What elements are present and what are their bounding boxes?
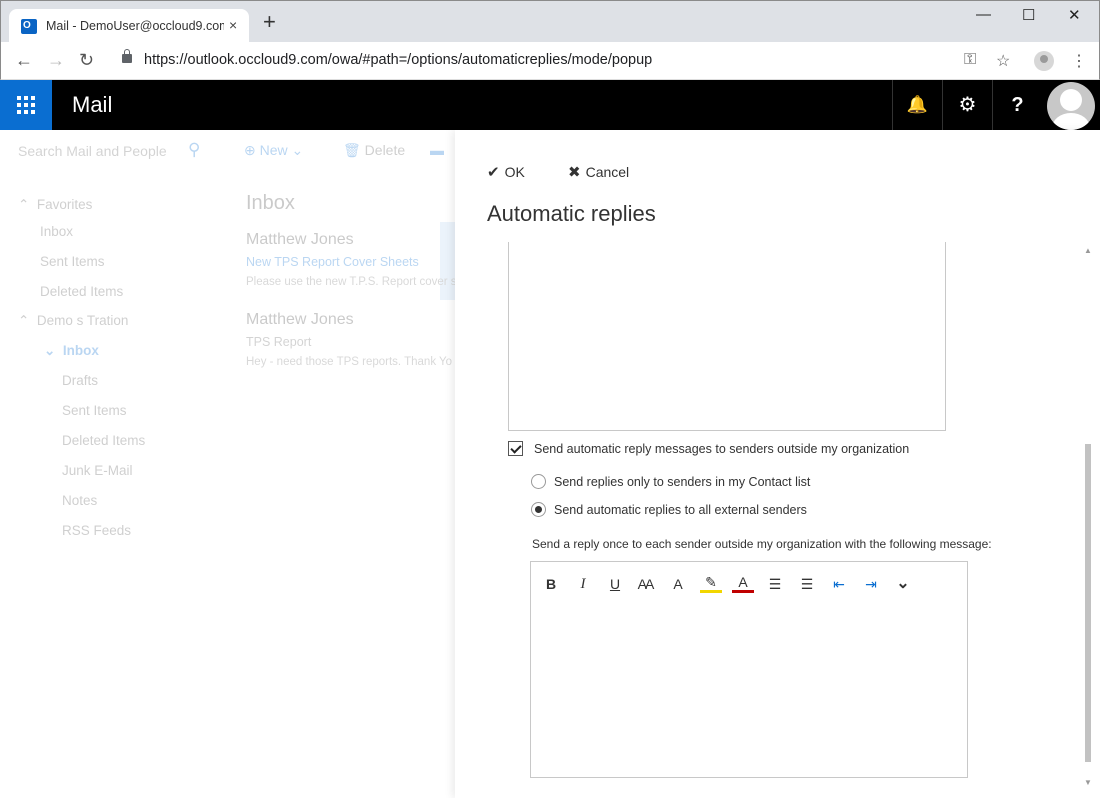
address-bar: ← → ↻ https://outlook.occloud9.com/owa/#… [0, 42, 1100, 80]
radio-all-external[interactable] [531, 502, 546, 517]
forward-arrow-icon[interactable]: → [47, 50, 65, 71]
grow-font-button[interactable]: A [667, 573, 689, 595]
outside-message-label: Send a reply once to each sender outside… [532, 537, 992, 551]
radio-contacts-only[interactable] [531, 474, 546, 489]
italic-button[interactable]: I [572, 573, 594, 595]
close-icon: ✖ [568, 164, 581, 181]
folder-favorites: ⌃ Favorites [18, 197, 93, 212]
underline-button[interactable]: U [604, 573, 626, 595]
folder-favorites-label: Favorites [36, 197, 93, 212]
outside-org-checkbox-label[interactable]: Send automatic reply messages to senders… [534, 442, 909, 456]
inbox-title: Inbox [246, 192, 295, 214]
new-label: New [259, 142, 288, 158]
folder-acc-sent: Sent Items [62, 403, 127, 418]
more-formatting-button[interactable]: ⌄ [892, 573, 914, 595]
trash-icon: 🗑 [343, 142, 361, 158]
folder-rss: RSS Feeds [62, 523, 132, 538]
bell-icon[interactable]: 🔔 [892, 80, 942, 130]
bold-button[interactable]: B [540, 573, 562, 595]
folder-acc-inbox-label: Inbox [62, 343, 99, 358]
radio-all-external-label[interactable]: Send automatic replies to all external s… [554, 503, 807, 517]
font-size-button[interactable]: AA [634, 573, 656, 595]
folder-acc-deleted: Deleted Items [62, 433, 146, 448]
new-tab-button[interactable]: + [263, 11, 276, 33]
minimize-button[interactable]: — [976, 6, 991, 23]
browser-tab-bar: Mail - DemoUser@occloud9.com × + — ☐ ✕ [0, 0, 1100, 43]
automatic-replies-panel: ✔ OK ✖ Cancel Automatic replies Send autom… [455, 130, 1100, 798]
folder-deleted: Deleted Items [40, 284, 124, 299]
folder-drafts: Drafts [62, 373, 99, 388]
scroll-up-icon[interactable]: ▲ [1084, 246, 1092, 255]
bullets-button[interactable]: ☰ [764, 573, 786, 595]
selected-message-indicator [440, 222, 455, 300]
tab-title: Mail - DemoUser@occloud9.com [46, 19, 224, 33]
numbering-button[interactable]: ☰ [796, 573, 818, 595]
message-preview: Hey - need those TPS reports. Thank Yo [246, 356, 453, 368]
font-color-button[interactable]: A [732, 573, 754, 593]
page-title: Automatic replies [487, 201, 656, 226]
message-subject: New TPS Report Cover Sheets [246, 255, 419, 269]
avatar[interactable] [1047, 82, 1095, 130]
folder-sent: Sent Items [40, 254, 105, 269]
star-icon[interactable]: ☆ [996, 51, 1010, 71]
outlook-favicon-icon [21, 19, 37, 34]
waffle-icon [17, 96, 35, 114]
url-field[interactable]: https://outlook.occloud9.com/owa/#path=/… [144, 52, 652, 68]
message-from: Matthew Jones [246, 231, 354, 248]
decrease-indent-button[interactable]: ⇤ [828, 573, 850, 595]
search-icon: ⚲ [188, 140, 201, 159]
outside-reply-editor[interactable]: B I U AA A ✎ A ☰ ☰ ⇤ ⇥ ⌄ [530, 561, 968, 778]
new-button: ⊕ New ⌄ [244, 142, 304, 158]
folder-account: ⌃ Demo s Tration [18, 313, 129, 328]
scroll-down-icon[interactable]: ▼ [1084, 778, 1092, 787]
reload-icon[interactable]: ↻ [79, 50, 94, 71]
delete-label: Delete [364, 142, 406, 158]
inside-reply-textbox[interactable] [508, 242, 946, 431]
tab-close-icon[interactable]: × [229, 17, 237, 33]
lock-icon [122, 49, 132, 63]
check-icon: ✔ [487, 164, 500, 181]
message-from: Matthew Jones [246, 311, 354, 328]
outside-org-checkbox[interactable] [508, 441, 523, 456]
highlight-button[interactable]: ✎ [700, 573, 722, 593]
owa-top-bar: Mail 🔔 ⚙ ? [0, 80, 1100, 130]
close-window-button[interactable]: ✕ [1068, 6, 1081, 24]
profile-icon[interactable] [1034, 51, 1054, 71]
scroll-thumb[interactable] [1085, 444, 1091, 762]
ok-label: OK [504, 164, 525, 180]
browser-menu-icon[interactable]: ⋮ [1071, 51, 1087, 71]
radio-contacts-only-label[interactable]: Send replies only to senders in my Conta… [554, 475, 810, 489]
gear-icon[interactable]: ⚙ [942, 80, 992, 130]
help-icon[interactable]: ? [992, 80, 1042, 130]
message-preview: Please use the new T.P.S. Report cover s… [246, 276, 463, 288]
increase-indent-button[interactable]: ⇥ [860, 573, 882, 595]
message-subject: TPS Report [246, 335, 312, 349]
archive-icon: ▬ [430, 142, 444, 158]
folder-inbox: Inbox [40, 224, 74, 239]
back-arrow-icon[interactable]: ← [15, 50, 33, 71]
ok-button[interactable]: ✔ OK [487, 163, 525, 181]
delete-button: 🗑 Delete [343, 142, 405, 159]
app-name: Mail [72, 92, 113, 117]
folder-notes: Notes [62, 493, 98, 508]
search-input: Search Mail and People [18, 143, 167, 159]
key-icon[interactable]: ⚿ [964, 51, 976, 69]
panel-scrollbar[interactable]: ▲ ▼ [1083, 242, 1093, 787]
mail-background: Search Mail and People ⚲ ⊕ New ⌄ 🗑 Delet… [0, 130, 463, 798]
cancel-button[interactable]: ✖ Cancel [568, 163, 629, 181]
folder-acc-inbox: ⌄ Inbox [44, 343, 99, 358]
folder-junk: Junk E-Mail [62, 463, 133, 478]
cancel-label: Cancel [585, 164, 630, 180]
browser-tab[interactable]: Mail - DemoUser@occloud9.com × [9, 9, 249, 43]
maximize-button[interactable]: ☐ [1022, 6, 1035, 24]
app-launcher-button[interactable] [0, 80, 52, 130]
folder-account-label: Demo s Tration [36, 313, 129, 328]
